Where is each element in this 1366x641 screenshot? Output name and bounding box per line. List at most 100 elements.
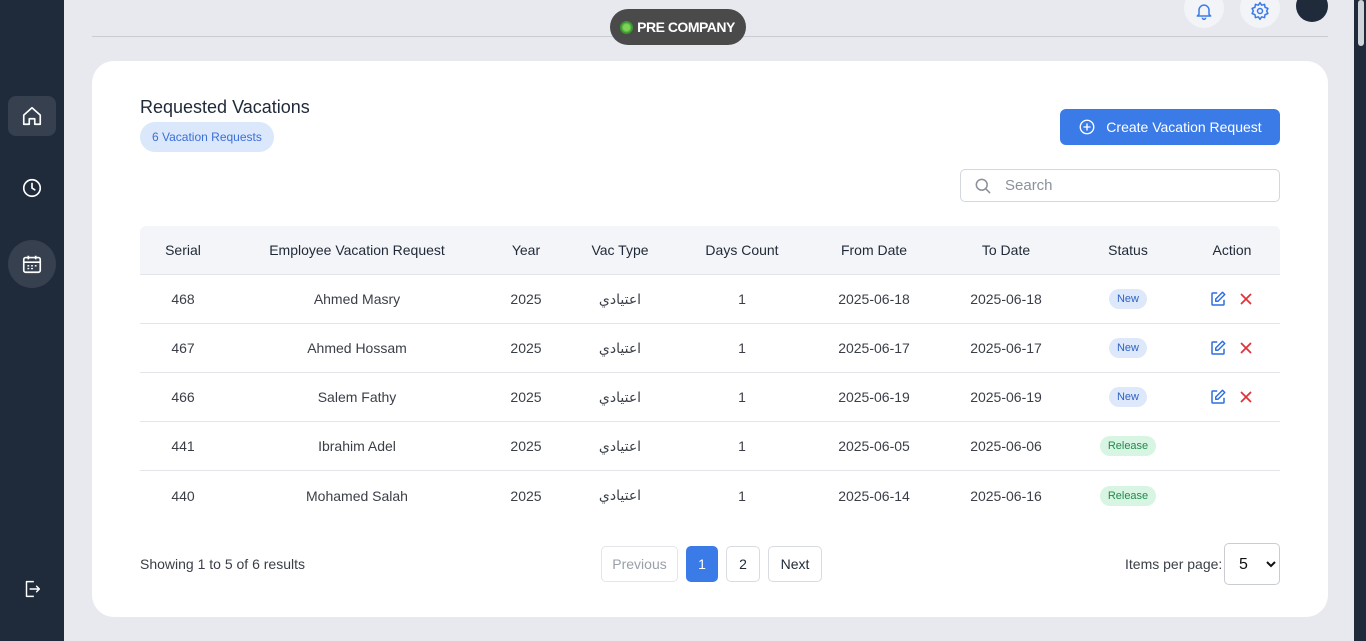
sidebar-item-history[interactable] [8, 168, 56, 208]
scrollbar-thumb[interactable] [1358, 0, 1364, 46]
cell-from-date: 2025-06-19 [838, 389, 910, 405]
cell-to-date: 2025-06-17 [970, 340, 1042, 356]
cell-year: 2025 [510, 291, 542, 307]
cell-vac-type: اعتيادي [598, 339, 642, 356]
col-header-from-date[interactable]: From Date [808, 242, 940, 258]
close-icon[interactable] [1237, 290, 1255, 308]
count-badge: 6 Vacation Requests [140, 122, 274, 152]
search-icon [975, 178, 991, 193]
status-badge: New [1108, 289, 1147, 309]
search-box [960, 169, 1280, 202]
status-badge: Release [1099, 485, 1157, 506]
cell-serial: 467 [171, 340, 195, 356]
close-icon[interactable] [1237, 339, 1255, 357]
cell-days-count: 1 [738, 340, 746, 356]
col-header-to-date[interactable]: To Date [940, 242, 1072, 258]
cell-status: Release [1072, 436, 1184, 456]
cell-vac-type: اعتيادي [598, 487, 642, 503]
col-header-year[interactable]: Year [488, 242, 564, 258]
cell-serial: 441 [171, 438, 195, 454]
settings-button[interactable] [1240, 0, 1280, 28]
logout-button[interactable] [8, 569, 56, 609]
previous-page-button[interactable]: Previous [601, 546, 678, 582]
cell-serial: 440 [171, 487, 195, 504]
cell-to-date: 2025-06-16 [970, 487, 1042, 504]
clock-icon [22, 178, 42, 198]
create-vacation-request-button[interactable]: Create Vacation Request [1060, 109, 1280, 145]
sidebar-item-vacations[interactable] [8, 240, 56, 288]
cell-year: 2025 [510, 340, 542, 356]
results-summary: Showing 1 to 5 of 6 results [140, 556, 305, 572]
cell-from-date: 2025-06-17 [838, 340, 910, 356]
cell-to-date: 2025-06-18 [970, 291, 1042, 307]
cell-serial: 466 [171, 389, 195, 405]
cell-actions [1184, 388, 1280, 406]
items-per-page-label: Items per page: [1125, 556, 1223, 572]
cell-vac-type: اعتيادي [598, 290, 642, 307]
cell-days-count: 1 [738, 487, 746, 504]
page-2-button[interactable]: 2 [726, 546, 760, 582]
table-header: Serial Employee Vacation Request Year Va… [140, 226, 1280, 275]
cell-status: New [1072, 338, 1184, 358]
table-row[interactable]: 440 Mohamed Salah 2025 اعتيادي 1 2025-06… [140, 471, 1280, 520]
gear-icon [1251, 1, 1269, 21]
cell-year: 2025 [510, 487, 542, 504]
cell-serial: 468 [171, 291, 195, 307]
col-header-days-count[interactable]: Days Count [676, 242, 808, 258]
status-badge: New [1108, 387, 1147, 407]
notifications-button[interactable] [1184, 0, 1224, 28]
vacations-table: Serial Employee Vacation Request Year Va… [140, 226, 1280, 520]
status-badge: New [1108, 338, 1147, 358]
page-title: Requested Vacations [140, 97, 310, 117]
cell-status: New [1072, 289, 1184, 309]
cell-from-date: 2025-06-14 [838, 487, 910, 504]
close-icon[interactable] [1237, 388, 1255, 406]
cell-actions [1184, 290, 1280, 308]
logout-icon [25, 580, 41, 598]
cell-status: Release [1072, 485, 1184, 506]
items-per-page-select[interactable]: 5 [1224, 543, 1280, 585]
table-row[interactable]: 467 Ahmed Hossam 2025 اعتيادي 1 2025-06-… [140, 324, 1280, 373]
cell-days-count: 1 [738, 389, 746, 405]
sidebar-item-home[interactable] [8, 96, 56, 136]
col-header-serial[interactable]: Serial [140, 242, 226, 258]
table-row[interactable]: 466 Salem Fathy 2025 اعتيادي 1 2025-06-1… [140, 373, 1280, 422]
cell-year: 2025 [510, 438, 542, 454]
edit-icon[interactable] [1209, 388, 1227, 406]
search-input[interactable] [1005, 177, 1265, 194]
next-page-button[interactable]: Next [768, 546, 822, 582]
cell-from-date: 2025-06-05 [838, 438, 910, 454]
cell-employee: Salem Fathy [317, 389, 397, 405]
cell-days-count: 1 [738, 438, 746, 454]
cell-from-date: 2025-06-18 [838, 291, 910, 307]
create-button-label: Create Vacation Request [1106, 119, 1262, 135]
cell-employee: Ibrahim Adel [318, 438, 396, 454]
brand-name: PRE COMPANY [637, 19, 735, 35]
edit-icon[interactable] [1209, 290, 1227, 308]
col-header-employee[interactable]: Employee Vacation Request [226, 242, 488, 258]
bell-icon [1196, 4, 1212, 21]
cell-days-count: 1 [738, 291, 746, 307]
cell-employee: Mohamed Salah [306, 487, 408, 504]
scrollbar[interactable] [1354, 0, 1366, 641]
sidebar [0, 0, 64, 641]
calendar-icon [22, 255, 42, 274]
vacations-card: Requested Vacations 6 Vacation Requests … [92, 61, 1328, 617]
cell-actions [1184, 339, 1280, 357]
page-1-button[interactable]: 1 [686, 546, 718, 582]
table-row[interactable]: 441 Ibrahim Adel 2025 اعتيادي 1 2025-06-… [140, 422, 1280, 471]
col-header-action: Action [1212, 242, 1252, 258]
brand-logo: PRE COMPANY [610, 9, 746, 45]
col-header-status[interactable]: Status [1072, 242, 1184, 258]
edit-icon[interactable] [1209, 339, 1227, 357]
cell-year: 2025 [510, 389, 542, 405]
col-header-vac-type[interactable]: Vac Type [564, 242, 676, 258]
table-row[interactable]: 468 Ahmed Masry 2025 اعتيادي 1 2025-06-1… [140, 275, 1280, 324]
avatar[interactable] [1296, 0, 1328, 22]
cell-vac-type: اعتيادي [598, 388, 642, 405]
home-icon [22, 106, 42, 126]
cell-employee: Ahmed Masry [313, 291, 401, 307]
cell-status: New [1072, 387, 1184, 407]
status-badge: Release [1099, 436, 1157, 456]
cell-vac-type: اعتيادي [598, 437, 642, 454]
